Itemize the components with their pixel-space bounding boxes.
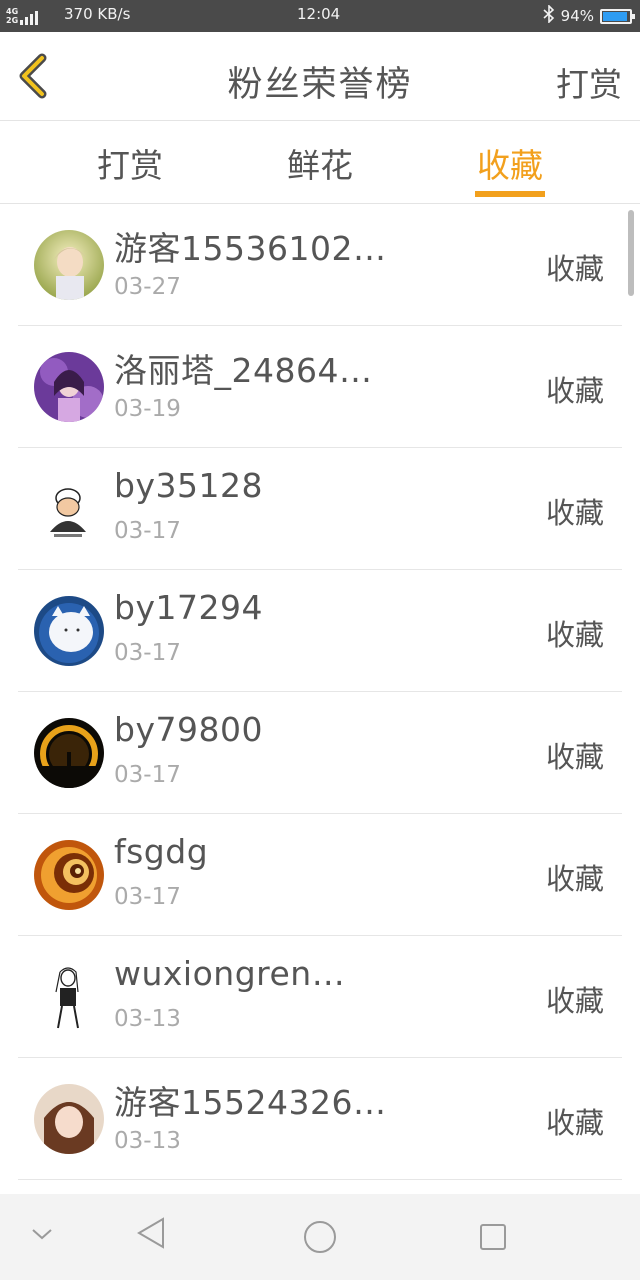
list-item[interactable]: 洛丽塔_24864… 03-19 收藏 [18, 326, 622, 448]
action-label: 收藏 [545, 496, 604, 530]
tab-reward[interactable]: 打赏 [97, 139, 163, 187]
fan-name: by79800 [114, 710, 263, 749]
chevron-down-icon[interactable] [30, 1226, 54, 1246]
fan-name: 游客15536102… [114, 229, 387, 268]
fan-name: by35128 [114, 466, 263, 505]
list-item[interactable]: wuxiongren… 03-13 收藏 [18, 936, 622, 1058]
action-label: 收藏 [545, 374, 604, 408]
avatar [34, 718, 104, 788]
fan-date: 03-17 [114, 640, 181, 666]
network-type-2g: 2G [6, 16, 19, 25]
action-label: 收藏 [545, 740, 604, 774]
action-label: 收藏 [545, 1106, 604, 1140]
home-circle-icon[interactable] [303, 1220, 337, 1258]
list-item[interactable]: 游客15536102… 03-27 收藏 [18, 204, 622, 326]
action-label: 收藏 [545, 618, 604, 652]
fan-date: 03-13 [114, 1006, 181, 1032]
reward-button[interactable]: 打赏 [556, 58, 622, 106]
fan-date: 03-19 [114, 396, 181, 422]
battery-icon [600, 8, 635, 24]
action-label: 收藏 [545, 862, 604, 896]
fan-name: fsgdg [114, 832, 209, 871]
avatar [34, 962, 104, 1032]
bluetooth-icon [543, 4, 555, 27]
fan-date: 03-17 [114, 884, 181, 910]
avatar [34, 230, 104, 300]
action-label: 收藏 [545, 252, 604, 286]
network-type-4g: 4G [6, 7, 19, 16]
fan-date: 03-17 [114, 518, 181, 544]
scrollbar[interactable] [628, 210, 634, 296]
network-speed: 370 KB/s [64, 5, 131, 23]
page-title: 粉丝荣誉榜 [227, 65, 413, 105]
tab-indicator [475, 191, 545, 197]
avatar [34, 352, 104, 422]
fan-name: 洛丽塔_24864… [114, 351, 373, 390]
avatar [34, 596, 104, 666]
list-item[interactable]: by35128 03-17 收藏 [18, 448, 622, 570]
list-item[interactable]: by17294 03-17 收藏 [18, 570, 622, 692]
avatar [34, 474, 104, 544]
list-item[interactable]: 游客15524326… 03-13 收藏 [18, 1058, 622, 1180]
fan-name: by17294 [114, 588, 263, 627]
fan-name: 游客15524326… [114, 1083, 387, 1122]
recents-square-icon[interactable] [479, 1223, 507, 1255]
tab-bar: 打赏 鲜花 收藏 [0, 121, 640, 204]
fan-list[interactable]: 游客15536102… 03-27 收藏 洛丽塔_24864… 03-19 收藏 [0, 204, 640, 1194]
fan-date: 03-13 [114, 1128, 181, 1154]
avatar [34, 1084, 104, 1154]
list-item[interactable]: by79800 03-17 收藏 [18, 692, 622, 814]
status-bar: 4G 2G 370 KB/s 12:04 94% [0, 0, 640, 32]
action-label: 收藏 [545, 984, 604, 1018]
signal-icon: 4G 2G [6, 5, 40, 25]
header: 粉丝荣誉榜 打赏 [0, 32, 640, 121]
tab-favorites[interactable]: 收藏 [477, 139, 543, 187]
clock: 12:04 [297, 5, 341, 23]
fan-name: wuxiongren… [114, 954, 346, 993]
fan-date: 03-17 [114, 762, 181, 788]
fan-date: 03-27 [114, 274, 181, 300]
avatar [34, 840, 104, 910]
back-triangle-icon[interactable] [136, 1216, 166, 1254]
list-item[interactable]: fsgdg 03-17 收藏 [18, 814, 622, 936]
tab-flowers[interactable]: 鲜花 [287, 139, 353, 187]
battery-percent: 94% [560, 7, 594, 25]
system-nav-bar [0, 1194, 640, 1280]
